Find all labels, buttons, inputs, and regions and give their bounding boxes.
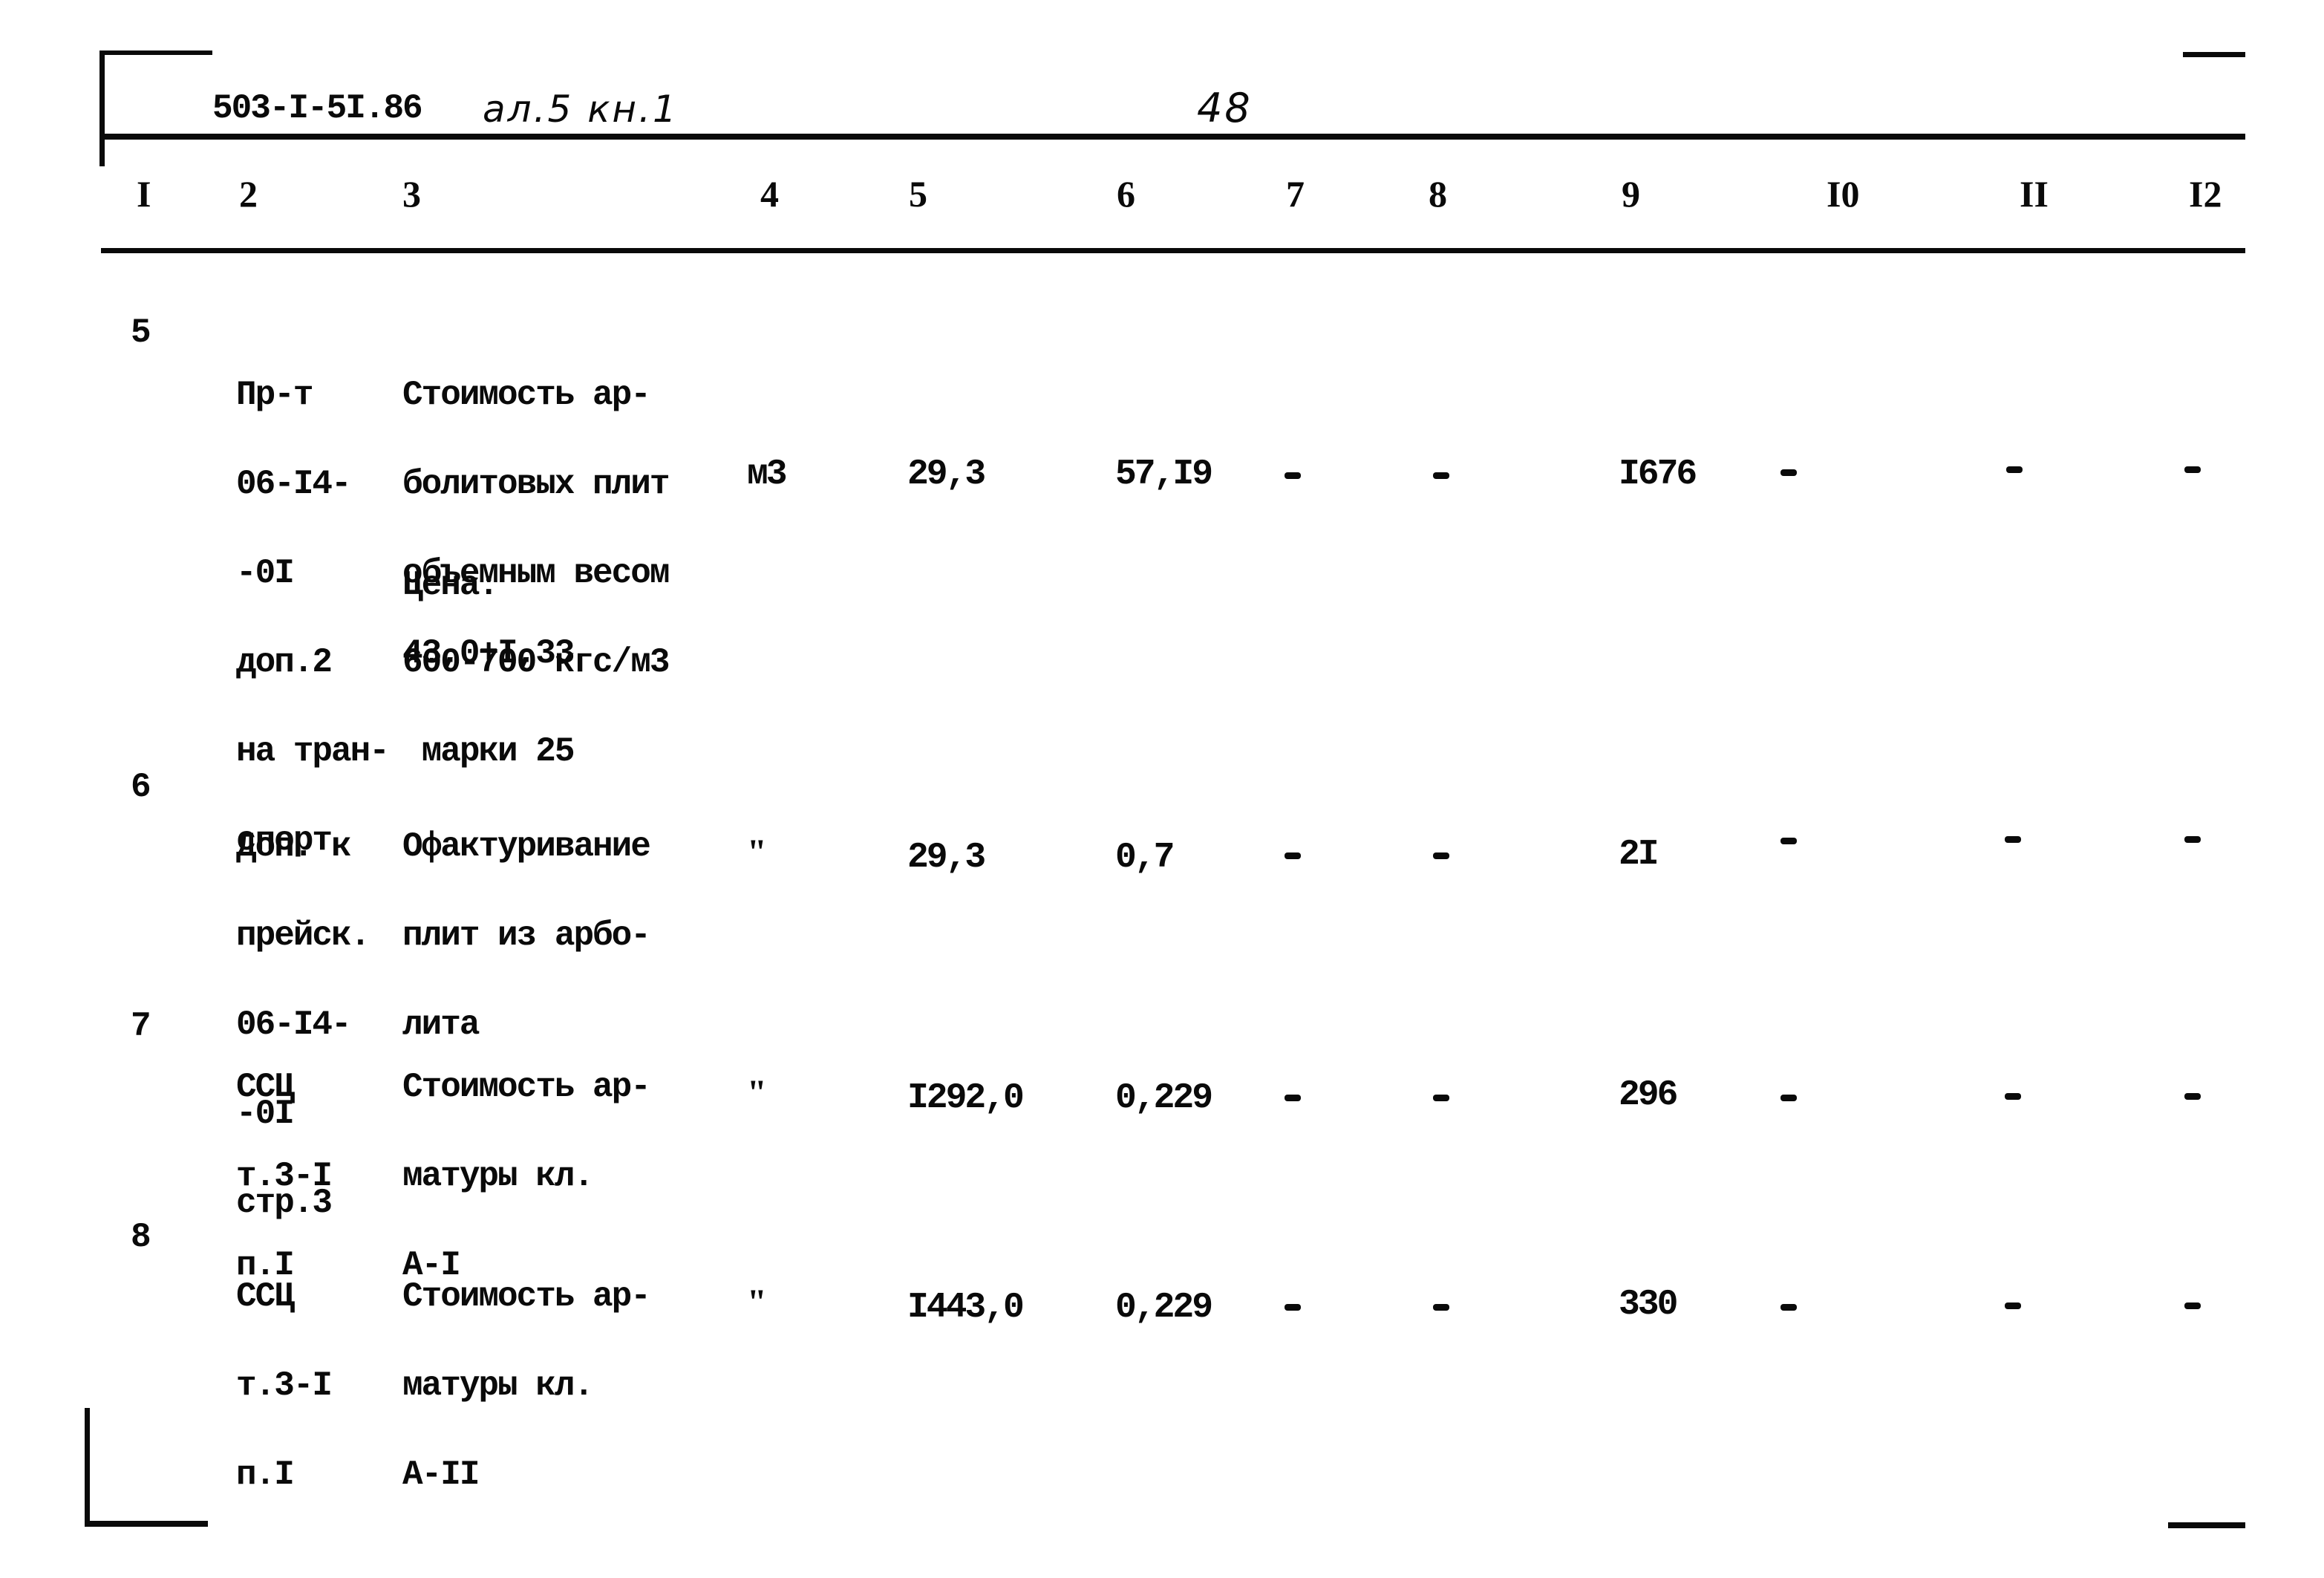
frame-corner-top-right — [2183, 52, 2245, 57]
basis-cell: ССЦ т.3-I п.I — [236, 1277, 333, 1494]
unit-ditto-mark: " — [747, 1282, 767, 1322]
empty-dash-col10 — [1780, 469, 1797, 476]
frame-corner-top-left-horizontal — [101, 50, 212, 55]
column-header-11: II — [2020, 173, 2049, 215]
total-cell: I676 — [1619, 454, 1697, 495]
price-label: Цена: — [402, 566, 499, 604]
column-header-9: 9 — [1622, 173, 1640, 215]
unit-ditto-mark: " — [747, 832, 767, 872]
empty-dash-col8 — [1433, 472, 1449, 479]
page-number: 48 — [1197, 85, 1253, 131]
column-header-4: 4 — [760, 173, 779, 215]
empty-dash-row7-col10 — [1780, 1095, 1797, 1101]
column-header-12: I2 — [2189, 173, 2222, 215]
quantity-cell: 29,3 — [907, 838, 986, 878]
empty-dash-col7 — [1285, 1095, 1301, 1101]
empty-dash-col12 — [2184, 836, 2201, 843]
empty-dash-row7-col11 — [2005, 1093, 2021, 1100]
unit-cost-cell: 0,229 — [1115, 1288, 1213, 1328]
empty-dash-col8 — [1433, 1095, 1449, 1101]
empty-dash-row7-col12 — [2184, 1093, 2201, 1100]
column-header-10: I0 — [1827, 173, 1860, 215]
empty-dash-row8-col12 — [2184, 1302, 2201, 1309]
unit-cost-cell: 57,I9 — [1115, 454, 1213, 495]
empty-dash-col12 — [2184, 466, 2201, 473]
column-header-rule — [101, 248, 2245, 253]
quantity-cell: I443,0 — [907, 1288, 1025, 1328]
column-header-1: I — [137, 173, 151, 215]
description-cell: Стоимость ар- матуры кл. А-II — [402, 1277, 651, 1494]
empty-dash-col7 — [1285, 852, 1301, 859]
unit-cell: м3 — [747, 454, 788, 495]
column-header-3: 3 — [402, 173, 421, 215]
total-cell: 2I — [1619, 835, 1659, 875]
document-reference-handwritten: ал.5 кн.1 — [483, 88, 679, 131]
column-header-6: 6 — [1117, 173, 1135, 215]
row-number: 8 — [131, 1218, 151, 1256]
frame-corner-top-left-vertical — [99, 50, 105, 166]
column-header-7: 7 — [1286, 173, 1305, 215]
document-code: 503-I-5I.86 — [212, 89, 423, 128]
empty-dash-col11 — [2005, 836, 2021, 843]
column-header-8: 8 — [1429, 173, 1447, 215]
header-rule — [101, 134, 2245, 140]
unit-cost-cell: 0,229 — [1115, 1078, 1213, 1118]
empty-dash-row8-col11 — [2005, 1302, 2021, 1309]
frame-corner-bottom-right — [2168, 1522, 2245, 1528]
total-cell: 296 — [1619, 1075, 1678, 1115]
frame-corner-bottom-left-vertical — [85, 1408, 90, 1527]
empty-dash-row8-col10 — [1780, 1304, 1797, 1311]
empty-dash-col8 — [1433, 1304, 1449, 1311]
column-header-5: 5 — [909, 173, 927, 215]
quantity-cell: I292,0 — [907, 1078, 1025, 1118]
frame-corner-bottom-left-horizontal — [85, 1521, 208, 1527]
unit-cost-cell: 0,7 — [1115, 838, 1175, 878]
empty-dash-col7 — [1285, 472, 1301, 479]
row-number: 7 — [131, 1007, 151, 1046]
row-number: 5 — [131, 313, 151, 352]
total-cell: 330 — [1619, 1285, 1678, 1325]
row-number: 6 — [131, 768, 151, 806]
empty-dash-col8 — [1433, 852, 1449, 859]
price-formula: 43,0+I,33 — [402, 634, 575, 673]
empty-dash-col7 — [1285, 1304, 1301, 1311]
unit-ditto-mark: " — [747, 1073, 767, 1112]
empty-dash-col10 — [1780, 838, 1797, 844]
column-header-2: 2 — [239, 173, 258, 215]
quantity-cell: 29,3 — [907, 454, 986, 495]
empty-dash-col11 — [2006, 466, 2023, 473]
